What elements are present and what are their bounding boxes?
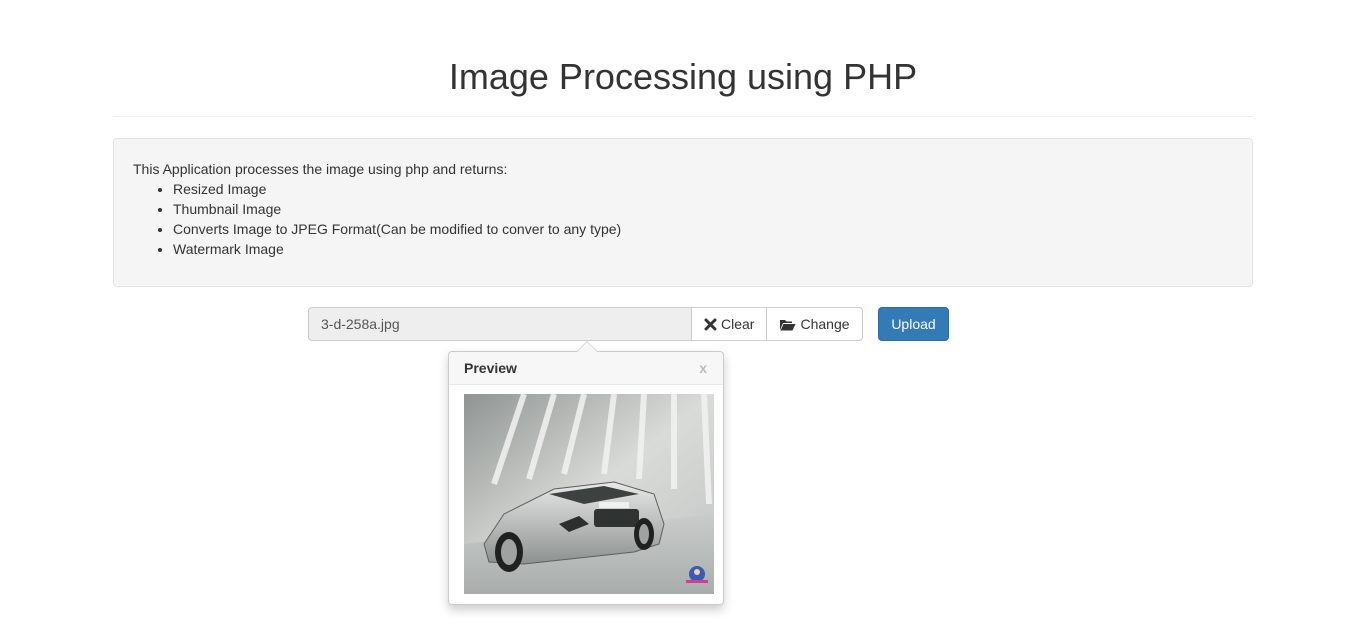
upload-button[interactable]: Upload	[878, 307, 949, 341]
feature-list: Resized Image Thumbnail Image Converts I…	[173, 179, 1233, 259]
popover-arrow-inner	[577, 342, 597, 352]
popover-header: Preview x	[449, 352, 723, 385]
folder-open-icon	[779, 318, 796, 331]
list-item: Watermark Image	[173, 239, 1233, 259]
popover-title: Preview	[464, 360, 517, 376]
change-button-label: Change	[800, 316, 850, 332]
clear-button[interactable]: Clear	[691, 307, 767, 341]
preview-popover: Preview x	[448, 341, 724, 605]
title-divider	[113, 116, 1253, 117]
info-panel: This Application processes the image usi…	[113, 138, 1253, 287]
list-item: Converts Image to JPEG Format(Can be mod…	[173, 219, 1233, 239]
car-image	[464, 394, 714, 594]
preview-image	[464, 394, 714, 594]
info-intro: This Application processes the image usi…	[133, 161, 508, 177]
page-title: Image Processing using PHP	[448, 56, 918, 97]
list-item: Resized Image	[173, 179, 1233, 199]
times-icon	[704, 318, 717, 331]
close-button[interactable]: x	[699, 360, 707, 376]
change-button[interactable]: Change	[766, 307, 863, 341]
file-input-group: 3-d-258a.jpg Clear Change	[308, 307, 863, 341]
list-item: Thumbnail Image	[173, 199, 1233, 219]
clear-button-label: Clear	[721, 316, 755, 332]
file-caption-field[interactable]: 3-d-258a.jpg	[308, 307, 691, 341]
